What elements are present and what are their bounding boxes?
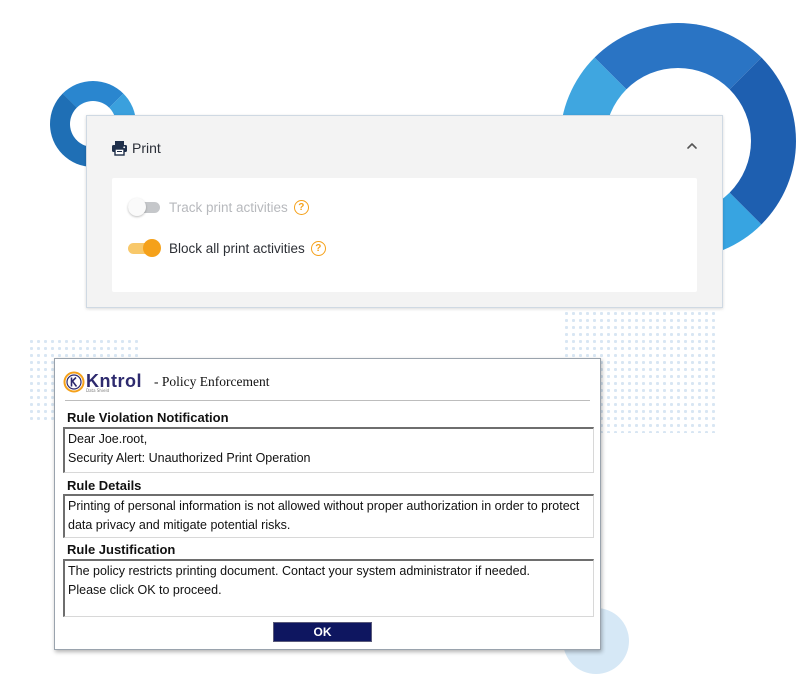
block-print-toggle[interactable]	[128, 239, 162, 257]
help-icon[interactable]: ?	[310, 240, 326, 256]
justification-instruction: Please click OK to proceed.	[68, 583, 222, 597]
kntrol-logo: Kntrol Data Shield	[63, 371, 142, 393]
section-title-details: Rule Details	[67, 478, 142, 493]
section-title-justification: Rule Justification	[67, 542, 176, 557]
notification-alert: Security Alert: Unauthorized Print Opera…	[68, 451, 311, 465]
notification-greeting: Dear Joe.root,	[68, 432, 148, 446]
track-print-label: Track print activities	[169, 199, 288, 215]
logo-tagline: Data Shield	[86, 387, 110, 393]
dialog-header: Kntrol Data Shield - Policy Enforcement	[63, 367, 269, 397]
kntrol-logo-icon	[63, 371, 85, 393]
dialog-title: - Policy Enforcement	[154, 374, 270, 389]
block-print-label: Block all print activities	[169, 240, 305, 256]
details-box: Printing of personal information is not …	[63, 494, 594, 538]
justification-text: The policy restricts printing document. …	[68, 564, 531, 578]
print-settings-panel: Print Track print activities ? Block all…	[86, 115, 723, 308]
print-options-card: Track print activities ? Block all print…	[112, 178, 697, 292]
track-print-toggle[interactable]	[128, 198, 162, 216]
chevron-up-icon[interactable]	[684, 138, 700, 154]
justification-box: The policy restricts printing document. …	[63, 559, 594, 617]
option-block-print: Block all print activities ?	[128, 239, 326, 257]
option-track-print: Track print activities ?	[128, 198, 309, 216]
policy-enforcement-dialog: Kntrol Data Shield - Policy Enforcement …	[54, 358, 601, 650]
print-panel-title: Print	[132, 140, 161, 156]
notification-box: Dear Joe.root, Security Alert: Unauthori…	[63, 427, 594, 473]
header-divider	[65, 400, 590, 401]
help-icon[interactable]: ?	[293, 199, 309, 215]
ok-button[interactable]: OK	[273, 622, 372, 642]
printer-icon	[111, 140, 128, 156]
print-panel-header: Print	[111, 140, 161, 156]
details-text: Printing of personal information is not …	[68, 499, 580, 532]
section-title-notification: Rule Violation Notification	[67, 410, 229, 425]
